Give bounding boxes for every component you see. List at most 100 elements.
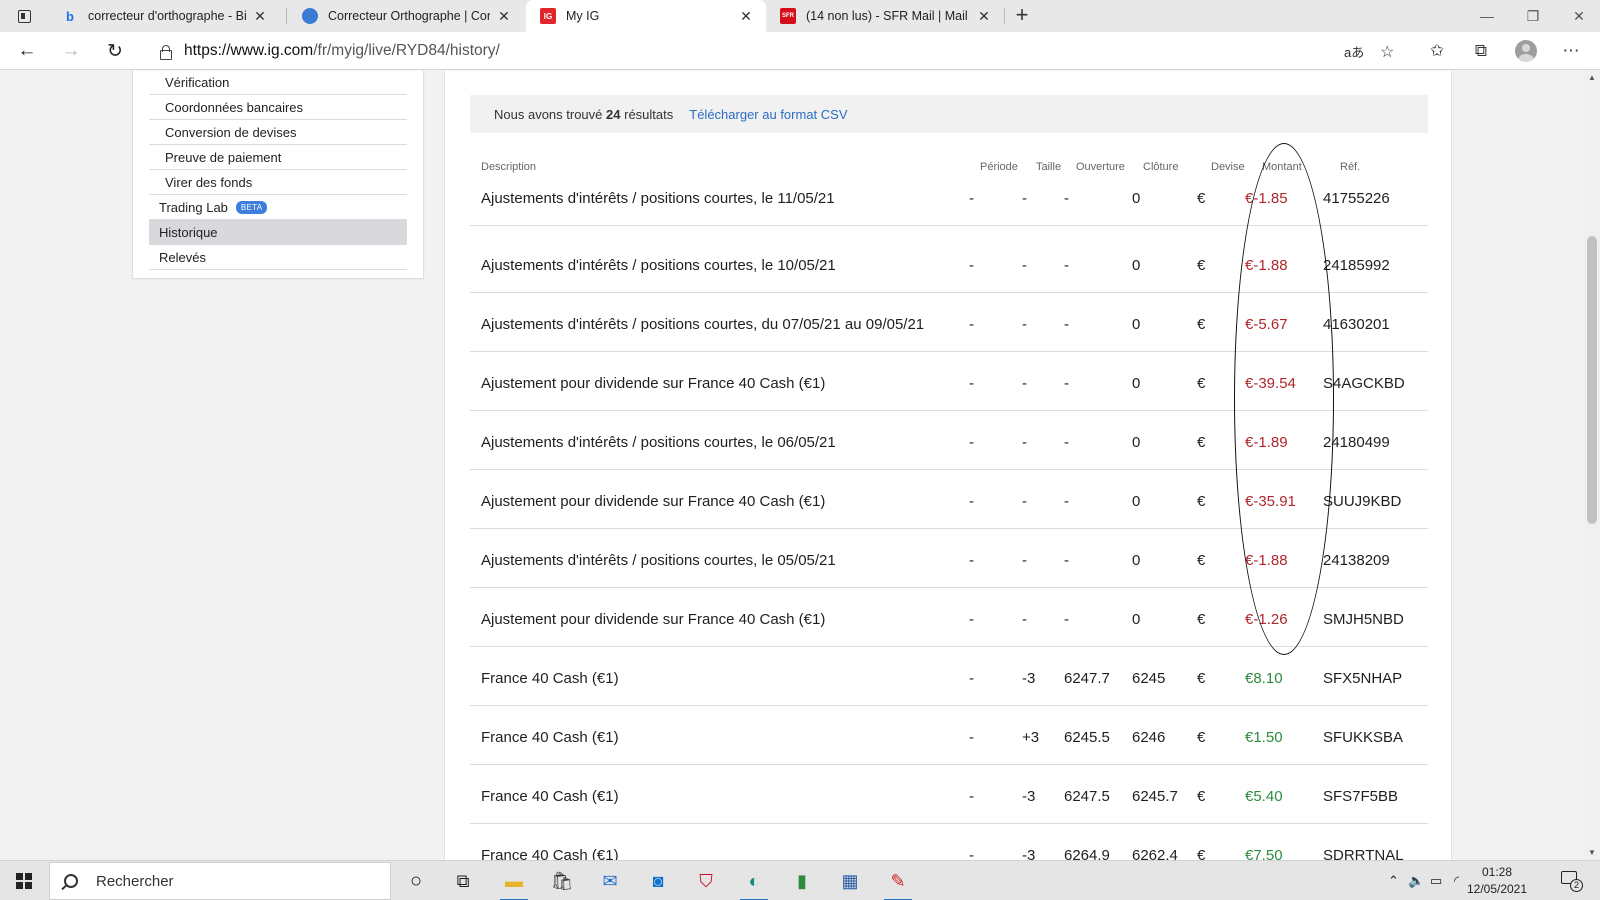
tab-correcteur[interactable]: Correcteur Orthographe | Correc ✕ <box>288 0 524 32</box>
cell-taille: - <box>1022 493 1027 510</box>
notification-center-icon[interactable]: 2 <box>1560 869 1583 892</box>
cell-periode: - <box>969 611 974 628</box>
scrollbar-thumb[interactable] <box>1587 236 1597 524</box>
close-tab-icon[interactable]: ✕ <box>976 8 992 25</box>
cell-description: France 40 Cash (€1) <box>481 670 619 687</box>
tab-sfr-mail[interactable]: SFR (14 non lus) - SFR Mail | Mail ✕ <box>766 0 1004 32</box>
tab-actions-icon[interactable] <box>10 5 38 27</box>
account-menu: Vérification Coordonnées bancaires Conve… <box>132 71 424 279</box>
cell-devise: € <box>1197 552 1206 569</box>
taskbar-clock[interactable]: 01:28 12/05/2021 <box>1460 864 1534 898</box>
menu-item-conversion-devises[interactable]: Conversion de devises <box>149 120 407 145</box>
profile-avatar-icon[interactable] <box>1511 37 1541 65</box>
cell-ouverture: - <box>1064 190 1069 207</box>
globe-icon <box>302 8 318 24</box>
cell-montant: €-1.89 <box>1245 434 1288 451</box>
cell-devise: € <box>1197 493 1206 510</box>
cell-montant: €-1.88 <box>1245 552 1288 569</box>
beta-badge: BETA <box>235 200 268 214</box>
paint-app-icon[interactable]: ✎ <box>878 865 918 900</box>
forward-arrow-icon[interactable]: → <box>56 37 86 65</box>
volume-icon[interactable]: 🔈 <box>1408 861 1424 900</box>
cell-periode: - <box>969 552 974 569</box>
cell-description: Ajustements d'intérêts / positions court… <box>481 190 835 207</box>
favorites-icon[interactable]: ✩ <box>1422 37 1452 65</box>
download-csv-link[interactable]: Télécharger au format CSV <box>689 107 847 122</box>
add-favorite-icon[interactable]: ☆ <box>1380 42 1394 62</box>
edge-browser-icon[interactable]: ◐ <box>734 865 774 900</box>
menu-item-preuve-paiement[interactable]: Preuve de paiement <box>149 145 407 170</box>
cell-ref: 24138209 <box>1323 552 1390 569</box>
task-view-icon[interactable]: ⧉ <box>443 865 483 897</box>
close-tab-icon[interactable]: ✕ <box>496 8 512 25</box>
minimize-window-icon[interactable]: — <box>1464 0 1510 32</box>
menu-item-trading-lab[interactable]: Trading Lab BETA <box>149 195 407 220</box>
scroll-up-arrow-icon[interactable]: ▲ <box>1584 71 1600 85</box>
cell-montant: €-1.26 <box>1245 611 1288 628</box>
cell-montant: €7.50 <box>1245 847 1283 860</box>
cell-taille: -3 <box>1022 670 1036 687</box>
tab-divider <box>286 8 287 24</box>
trading-chart-icon[interactable]: ▮ <box>782 865 822 897</box>
cell-periode: - <box>969 729 974 746</box>
calculator-icon[interactable]: ▦ <box>830 865 870 897</box>
cell-taille: -3 <box>1022 847 1036 860</box>
close-tab-icon[interactable]: ✕ <box>738 8 754 25</box>
cell-ouverture: 6264.9 <box>1064 847 1110 860</box>
page-scrollbar[interactable]: ▲ ▼ <box>1584 71 1600 860</box>
taskbar-search-box[interactable]: Rechercher <box>49 862 391 900</box>
close-window-icon[interactable]: ✕ <box>1556 0 1600 32</box>
cortana-icon[interactable]: ○ <box>396 865 436 897</box>
menu-item-virer-fonds[interactable]: Virer des fonds <box>149 170 407 195</box>
tab-my-ig[interactable]: IG My IG ✕ <box>526 0 766 32</box>
menu-item-releves[interactable]: Relevés <box>149 245 407 270</box>
mail-icon[interactable]: ✉ <box>590 865 630 897</box>
refresh-icon[interactable]: ↻ <box>100 37 130 65</box>
cell-devise: € <box>1197 670 1206 687</box>
store-icon[interactable]: 🛍 <box>542 865 582 897</box>
menu-item-historique[interactable]: Historique <box>149 220 407 245</box>
restore-window-icon[interactable]: ❐ <box>1510 0 1556 32</box>
cell-devise: € <box>1197 611 1206 628</box>
mcafee-icon[interactable]: ⛉ <box>686 865 726 897</box>
address-bar[interactable]: https://www.ig.com/fr/myig/live/RYD84/hi… <box>144 36 1394 66</box>
cell-cloture: 0 <box>1132 316 1141 333</box>
cell-devise: € <box>1197 257 1206 274</box>
battery-icon[interactable]: ▭ <box>1430 861 1442 900</box>
cell-description: Ajustements d'intérêts / positions court… <box>481 257 836 274</box>
scroll-down-arrow-icon[interactable]: ▼ <box>1584 846 1600 860</box>
cell-description: Ajustement pour dividende sur France 40 … <box>481 611 826 628</box>
read-aloud-icon[interactable]: aあ <box>1344 42 1364 61</box>
tab-bing[interactable]: b correcteur d'orthographe - Bing ✕ <box>48 0 280 32</box>
new-tab-button[interactable]: + <box>1010 4 1034 28</box>
table-row: Ajustements d'intérêts / positions court… <box>470 171 1428 226</box>
file-explorer-icon[interactable]: ▬ <box>494 865 534 900</box>
menu-item-coordonnees-bancaires[interactable]: Coordonnées bancaires <box>149 95 407 120</box>
show-hidden-icons[interactable]: ⌃ <box>1388 861 1399 900</box>
table-row: France 40 Cash (€1) - -3 6247.5 6245.7 € €5.40… <box>470 765 1428 824</box>
close-tab-icon[interactable]: ✕ <box>252 8 268 25</box>
cell-ouverture: - <box>1064 434 1069 451</box>
cell-periode: - <box>969 670 974 687</box>
collections-icon[interactable]: ⧉ <box>1466 37 1496 65</box>
cell-montant: €-39.54 <box>1245 375 1296 392</box>
more-menu-icon[interactable]: ⋯ <box>1556 37 1586 65</box>
menu-item-verification[interactable]: Vérification <box>149 71 407 95</box>
windows-start-icon[interactable] <box>0 861 48 900</box>
tab-title: correcteur d'orthographe - Bing <box>88 9 246 23</box>
cell-ref: SFX5NHAP <box>1323 670 1403 687</box>
cell-cloture: 0 <box>1132 434 1141 451</box>
network-icon[interactable]: ◜ <box>1454 861 1459 900</box>
outlook-icon[interactable]: ◙ <box>638 865 678 897</box>
tab-divider <box>1004 8 1005 24</box>
cell-ouverture: - <box>1064 611 1069 628</box>
cell-ref: 41755226 <box>1323 190 1390 207</box>
cell-devise: € <box>1197 847 1206 860</box>
cell-ref: 24180499 <box>1323 434 1390 451</box>
lock-icon[interactable] <box>158 44 172 60</box>
cell-ouverture: - <box>1064 375 1069 392</box>
cell-ouverture: - <box>1064 316 1069 333</box>
cell-description: Ajustements d'intérêts / positions court… <box>481 552 836 569</box>
cell-montant: €-35.91 <box>1245 493 1296 510</box>
back-arrow-icon[interactable]: ← <box>12 37 42 65</box>
